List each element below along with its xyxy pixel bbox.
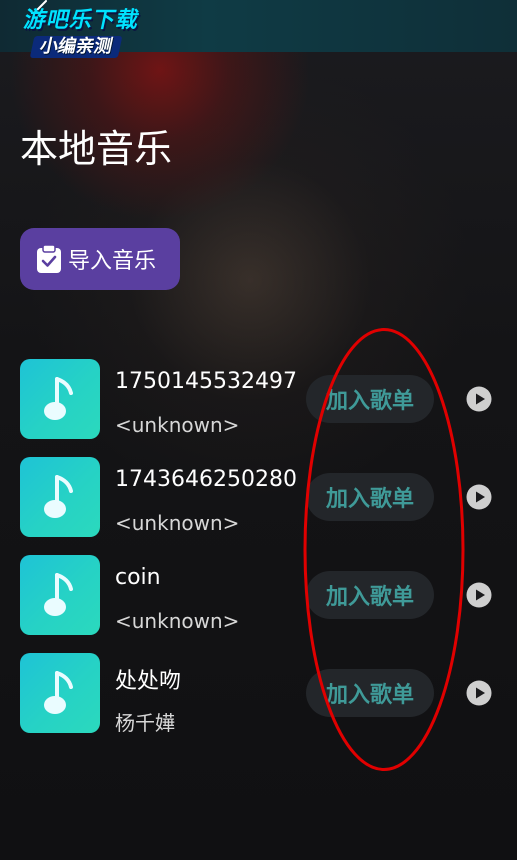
list-item[interactable]: 1750145532497 <unknown> 加入歌单 — [0, 359, 517, 441]
album-art — [20, 653, 100, 733]
song-artist: 杨千嬅 — [115, 711, 175, 735]
add-to-playlist-label: 加入歌单 — [325, 585, 414, 610]
add-to-playlist-button[interactable]: 加入歌单 — [306, 669, 434, 717]
list-item[interactable]: 1743646250280 <unknown> 加入歌单 — [0, 457, 517, 539]
list-item[interactable]: 处处吻 杨千嬅 加入歌单 — [0, 653, 517, 735]
song-artist: <unknown> — [115, 609, 240, 633]
add-to-playlist-label: 加入歌单 — [325, 487, 414, 512]
add-to-playlist-button[interactable]: 加入歌单 — [306, 473, 434, 521]
music-note-icon — [44, 475, 73, 518]
song-title: 1750145532497 — [115, 369, 297, 394]
play-icon[interactable] — [466, 386, 492, 412]
watermark-line1: 游吧乐下载 — [21, 8, 142, 33]
album-art — [20, 359, 100, 439]
music-note-icon — [44, 377, 73, 420]
album-art — [20, 457, 100, 537]
song-list: 1750145532497 <unknown> 加入歌单 17436462502… — [0, 0, 517, 860]
add-to-playlist-button[interactable]: 加入歌单 — [306, 571, 434, 619]
list-item[interactable]: coin <unknown> 加入歌单 — [0, 555, 517, 637]
play-icon[interactable] — [466, 582, 492, 608]
add-to-playlist-label: 加入歌单 — [325, 389, 414, 414]
play-icon[interactable] — [466, 680, 492, 706]
add-to-playlist-label: 加入歌单 — [325, 683, 414, 708]
play-icon[interactable] — [466, 484, 492, 510]
music-note-icon — [44, 573, 73, 616]
watermark-logo: 游吧乐下载 小编亲测 — [2, 8, 154, 66]
watermark-line2: 小编亲测 — [29, 36, 123, 58]
add-to-playlist-button[interactable]: 加入歌单 — [306, 375, 434, 423]
song-title: 1743646250280 — [115, 467, 297, 492]
song-title: coin — [115, 565, 161, 590]
song-artist: <unknown> — [115, 413, 240, 437]
album-art — [20, 555, 100, 635]
music-note-icon — [44, 671, 73, 714]
song-title: 处处吻 — [115, 669, 182, 694]
song-artist: <unknown> — [115, 511, 240, 535]
